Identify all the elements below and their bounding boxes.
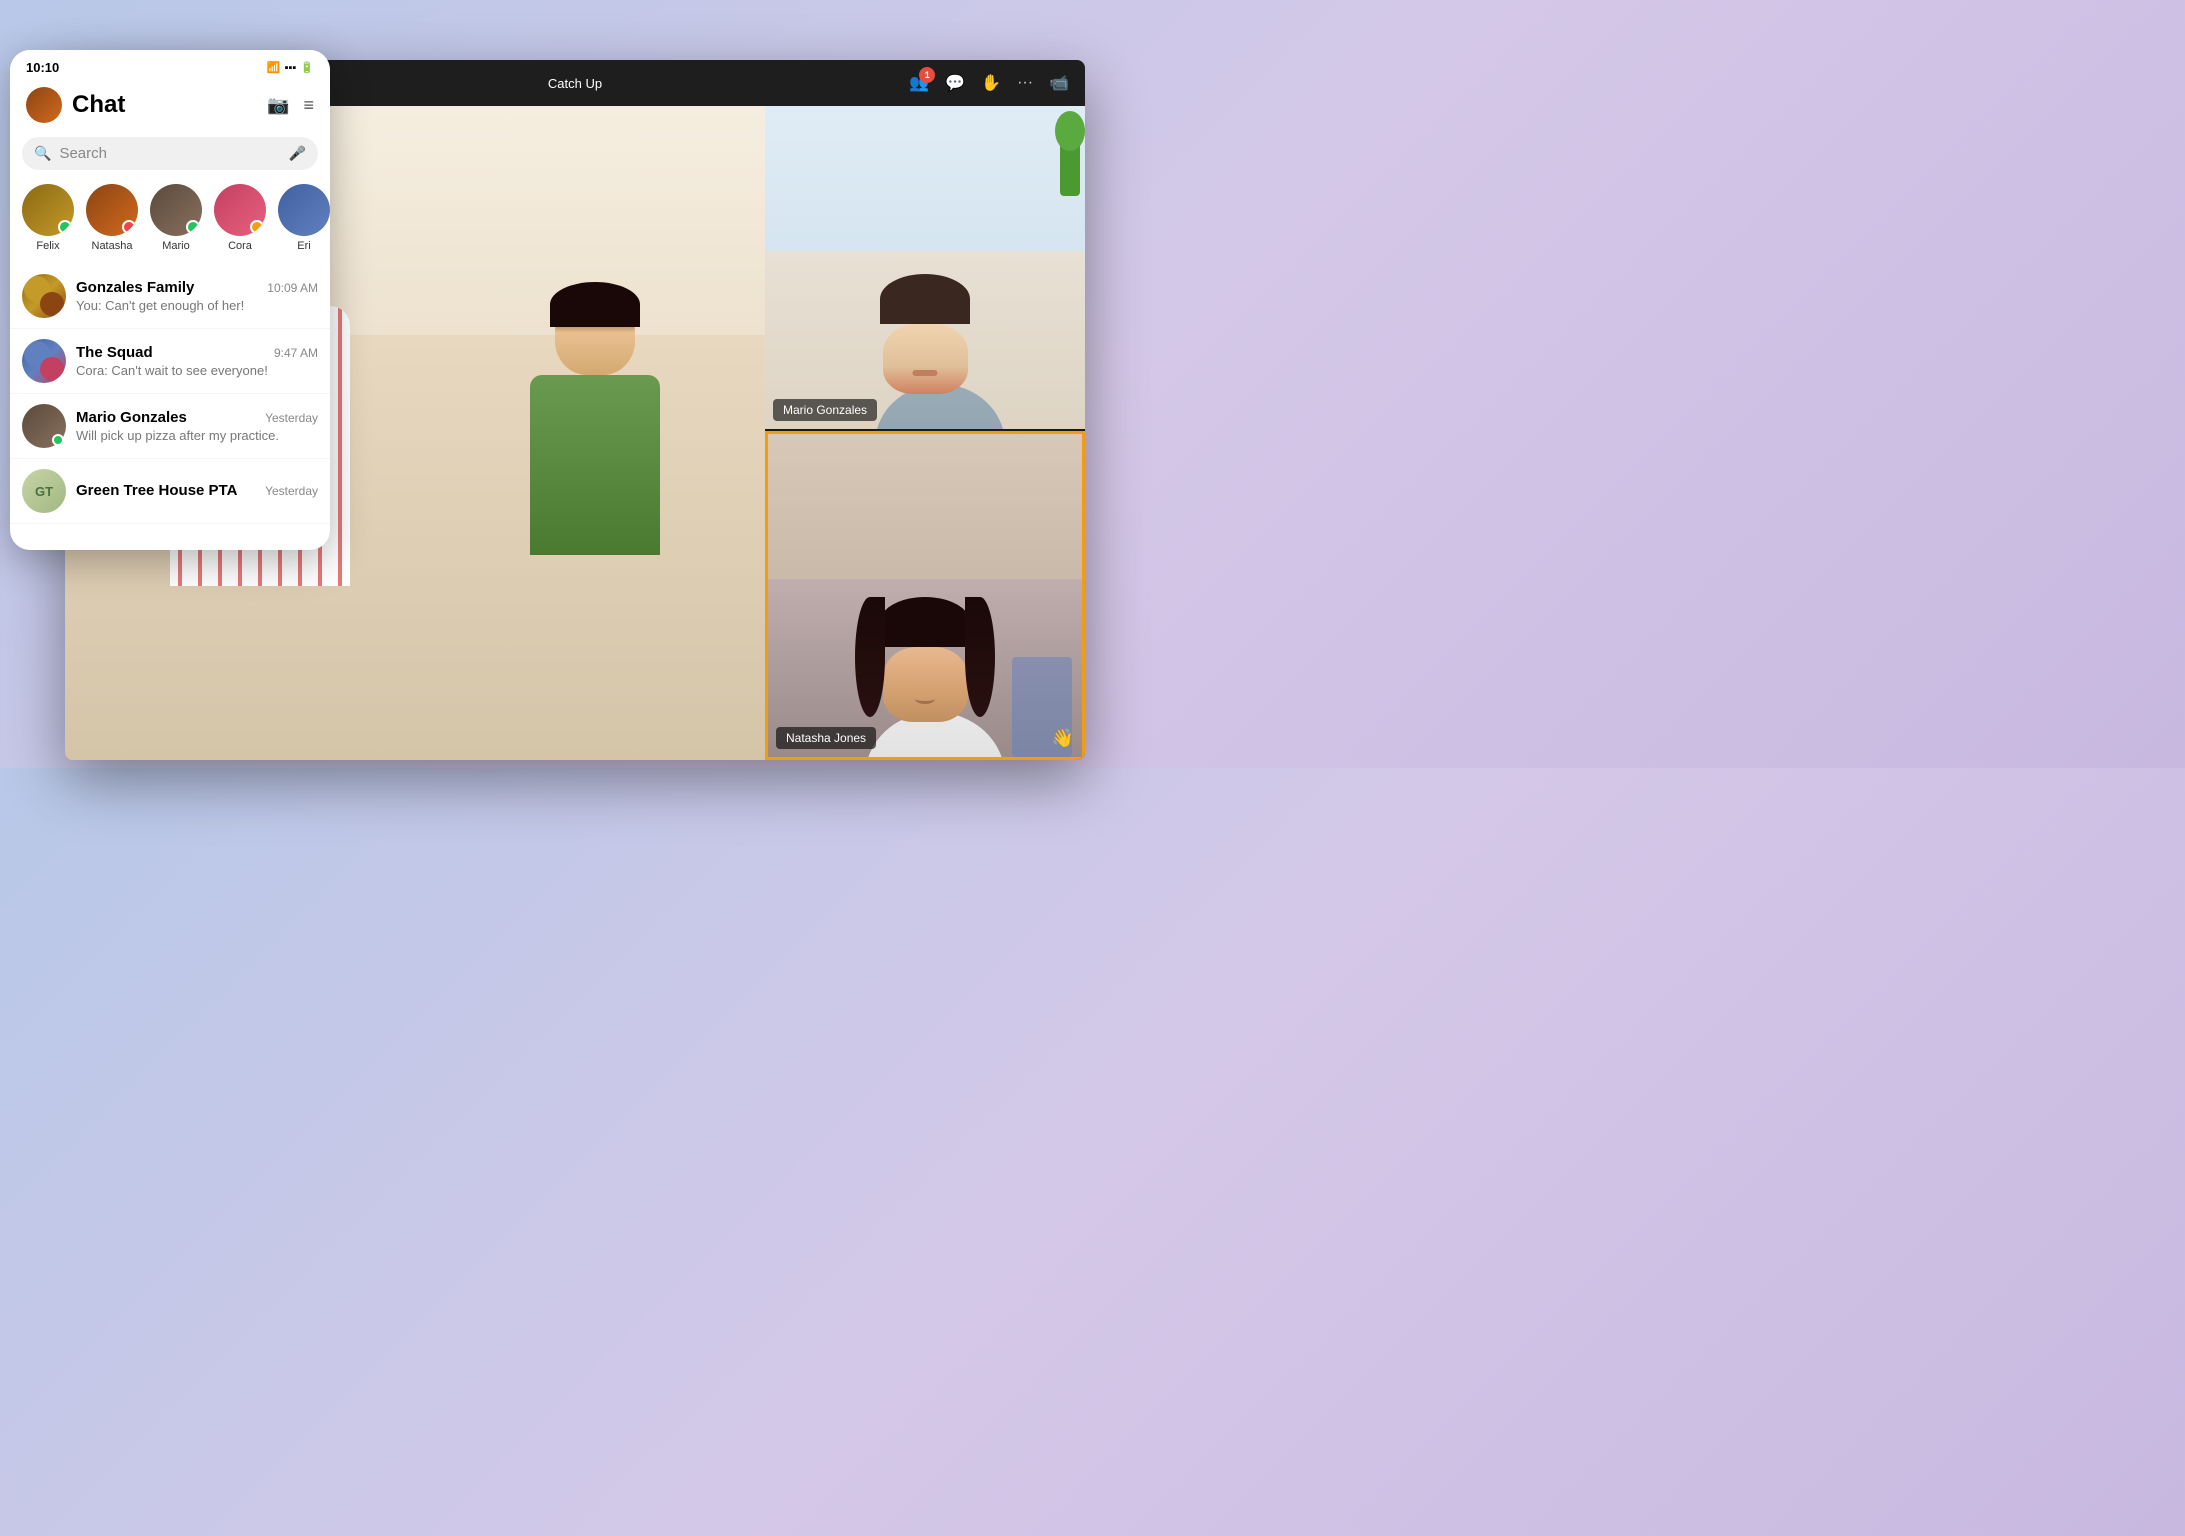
microphone-icon[interactable]: 🎤 <box>289 145 306 162</box>
mario-face-container <box>875 274 975 394</box>
natasha-name: Natasha <box>92 240 133 252</box>
squad-time: 9:47 AM <box>274 346 318 360</box>
mario-body: Mario Gonzales Yesterday Will pick up pi… <box>76 409 318 443</box>
chat-button[interactable]: 💬 <box>945 73 965 93</box>
natasha-video-bg: 👋 Natasha Jones <box>768 434 1082 757</box>
natasha-face-container <box>865 597 985 737</box>
mario-online-dot <box>52 434 64 446</box>
gonzales-family-name: Gonzales Family <box>76 279 194 296</box>
right-video-panels: Mario Gonzales <box>765 106 1085 760</box>
mario-top: Mario Gonzales Yesterday <box>76 409 318 426</box>
cora-name: Cora <box>228 240 252 252</box>
pta-initials: GT <box>35 484 53 499</box>
battery-icon: 🔋 <box>300 61 314 74</box>
child-head <box>555 290 635 375</box>
video-button[interactable]: 📹 <box>1049 73 1069 93</box>
avatar-item-eri[interactable]: Eri <box>278 184 330 252</box>
mario-avatar <box>150 184 202 236</box>
felix-status-dot <box>58 220 72 234</box>
avatar-item-cora[interactable]: Cora <box>214 184 266 252</box>
search-input[interactable]: Search <box>59 145 280 162</box>
mario-chat-time: Yesterday <box>265 411 318 425</box>
mario-preview: Will pick up pizza after my practice. <box>76 428 318 443</box>
mario-status-dot <box>186 220 200 234</box>
pta-top: Green Tree House PTA Yesterday <box>76 482 318 499</box>
filter-icon[interactable]: ≡ <box>303 95 314 116</box>
natasha-name-label: Natasha Jones <box>776 727 876 749</box>
signal-icon: ▪▪▪ <box>285 62 297 74</box>
mobile-status-bar: 10:10 📶 ▪▪▪ 🔋 <box>10 50 330 81</box>
squad-name: The Squad <box>76 344 153 361</box>
mobile-time: 10:10 <box>26 60 59 75</box>
squad-body: The Squad 9:47 AM Cora: Can't wait to se… <box>76 344 318 378</box>
participants-button[interactable]: 👥 1 <box>909 73 929 93</box>
search-bar[interactable]: 🔍 Search 🎤 <box>22 137 318 170</box>
user-avatar[interactable] <box>26 87 62 123</box>
chat-item-squad[interactable]: The Squad 9:47 AM Cora: Can't wait to se… <box>10 329 330 394</box>
natasha-avatar <box>86 184 138 236</box>
chat-header: Chat 📷 ≡ <box>10 81 330 133</box>
pta-name: Green Tree House PTA <box>76 482 237 499</box>
chat-item-gonzales-family[interactable]: Gonzales Family 10:09 AM You: Can't get … <box>10 264 330 329</box>
natasha-video-panel: 👋 Natasha Jones <box>765 431 1085 760</box>
gonzales-family-preview: You: Can't get enough of her! <box>76 298 318 313</box>
participants-badge: 1 <box>919 67 935 83</box>
avatar-item-mario[interactable]: Mario <box>150 184 202 252</box>
squad-top: The Squad 9:47 AM <box>76 344 318 361</box>
child-body <box>530 375 660 555</box>
chat-header-actions: 📷 ≡ <box>267 95 314 116</box>
window-title: Catch Up <box>548 76 602 91</box>
wifi-icon: 📶 <box>267 61 281 74</box>
avatar-item-felix[interactable]: Felix <box>22 184 74 252</box>
mario-name: Mario <box>162 240 190 252</box>
chat-list: Gonzales Family 10:09 AM You: Can't get … <box>10 264 330 524</box>
status-icons: 📶 ▪▪▪ 🔋 <box>267 61 314 74</box>
avatar-item-natasha[interactable]: Natasha <box>86 184 138 252</box>
chat-item-mario[interactable]: Mario Gonzales Yesterday Will pick up pi… <box>10 394 330 459</box>
avatar-row: Felix Natasha Mario Cora Eri <box>10 180 330 264</box>
mario-chat-name: Mario Gonzales <box>76 409 187 426</box>
mario-video-panel: Mario Gonzales <box>765 106 1085 431</box>
gonzales-family-top: Gonzales Family 10:09 AM <box>76 279 318 296</box>
felix-avatar <box>22 184 74 236</box>
natasha-status-dot <box>122 220 136 234</box>
gonzales-family-avatar <box>22 274 66 318</box>
title-bar-right: 👥 1 💬 ✋ ··· 📹 <box>909 73 1069 93</box>
pta-avatar: GT <box>22 469 66 513</box>
mario-name-label: Mario Gonzales <box>773 399 877 421</box>
gonzales-family-body: Gonzales Family 10:09 AM You: Can't get … <box>76 279 318 313</box>
mario-video-bg: Mario Gonzales <box>765 106 1085 429</box>
camera-icon[interactable]: 📷 <box>267 95 289 116</box>
chat-item-pta[interactable]: GT Green Tree House PTA Yesterday <box>10 459 330 524</box>
gonzales-family-time: 10:09 AM <box>267 281 318 295</box>
squad-preview: Cora: Can't wait to see everyone! <box>76 363 318 378</box>
more-options-button[interactable]: ··· <box>1017 74 1033 92</box>
chat-header-left: Chat <box>26 87 125 123</box>
cora-status-dot <box>250 220 264 234</box>
mario-chat-avatar <box>22 404 66 448</box>
eri-avatar <box>278 184 330 236</box>
child-figure <box>495 270 695 761</box>
search-icon: 🔍 <box>34 145 51 162</box>
cora-avatar <box>214 184 266 236</box>
hand-wave-emoji: 👋 <box>1052 728 1074 749</box>
eri-name: Eri <box>297 240 310 252</box>
mobile-chat-overlay: 10:10 📶 ▪▪▪ 🔋 Chat 📷 ≡ 🔍 Search 🎤 Felix <box>10 50 330 550</box>
pta-time: Yesterday <box>265 484 318 498</box>
squad-avatar <box>22 339 66 383</box>
felix-name: Felix <box>36 240 59 252</box>
pta-body: Green Tree House PTA Yesterday <box>76 482 318 501</box>
chat-title: Chat <box>72 91 125 119</box>
raise-hand-button[interactable]: ✋ <box>981 73 1001 93</box>
